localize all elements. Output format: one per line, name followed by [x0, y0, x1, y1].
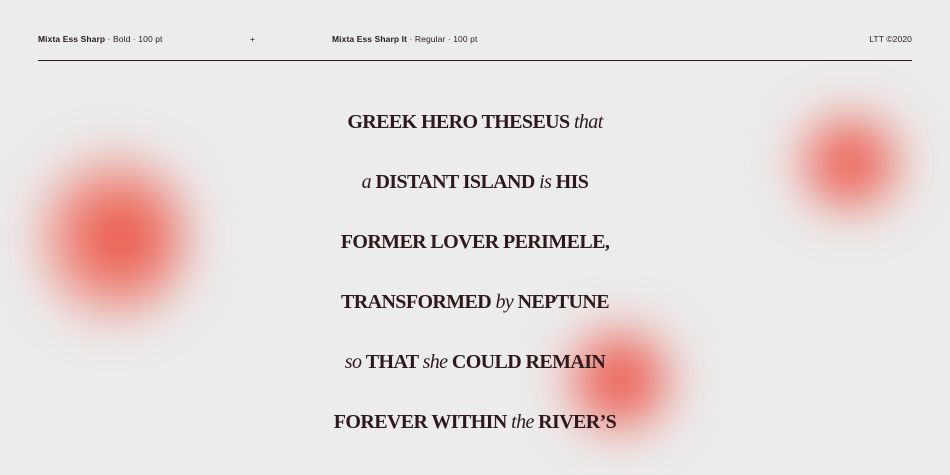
specimen-word: COULD REMAIN	[451, 351, 606, 373]
specimen-word: TRANSFORMED	[341, 291, 496, 313]
specimen-word-italic: is	[539, 171, 556, 193]
specimen-word-italic: by	[495, 291, 518, 313]
specimen-line: FOREVER WITHIN the RIVER’S	[0, 392, 950, 452]
specimen-line: TRANSFORMED by NEPTUNE	[0, 272, 950, 332]
specimen-word: THAT	[365, 351, 423, 373]
specimen-word-italic: so	[344, 351, 366, 373]
font-style-detail: · Bold · 100 pt	[105, 34, 163, 44]
font-name: Mixta Ess Sharp	[38, 34, 106, 44]
specimen-word: GREEK HERO THESEUS	[347, 111, 574, 133]
specimen-word: HIS	[555, 171, 589, 193]
plus-sign: +	[250, 34, 256, 44]
specimen-line: so THAT she COULD REMAIN	[0, 332, 950, 392]
specimen-word-italic: a	[361, 171, 376, 193]
specimen-word-italic: she	[422, 351, 452, 373]
type-specimen: GREEK HERO THESEUS that a DISTANT ISLAND…	[0, 92, 950, 452]
copyright: LTT ©2020	[869, 34, 912, 44]
header-divider	[38, 60, 912, 61]
specimen-word: RIVER’S	[538, 411, 617, 433]
specimen-word: DISTANT ISLAND	[375, 171, 540, 193]
font-spec-primary: Mixta Ess Sharp · Bold · 100 pt	[38, 34, 163, 44]
specimen-word: FORMER LOVER PERIMELE,	[340, 231, 610, 253]
font-spec-secondary: Mixta Ess Sharp It · Regular · 100 pt	[332, 34, 477, 44]
font-style-detail: · Regular · 100 pt	[407, 34, 478, 44]
specimen-line: FORMER LOVER PERIMELE,	[0, 212, 950, 272]
specimen-word: FOREVER WITHIN	[333, 411, 512, 433]
specimen-line: GREEK HERO THESEUS that	[0, 92, 950, 152]
specimen-word: NEPTUNE	[517, 291, 610, 313]
specimen-word-italic: that	[573, 111, 603, 133]
specimen-header: Mixta Ess Sharp · Bold · 100 pt + Mixta …	[38, 34, 912, 48]
font-name: Mixta Ess Sharp It	[332, 34, 408, 44]
specimen-word-italic: the	[511, 411, 539, 433]
specimen-line: a DISTANT ISLAND is HIS	[0, 152, 950, 212]
